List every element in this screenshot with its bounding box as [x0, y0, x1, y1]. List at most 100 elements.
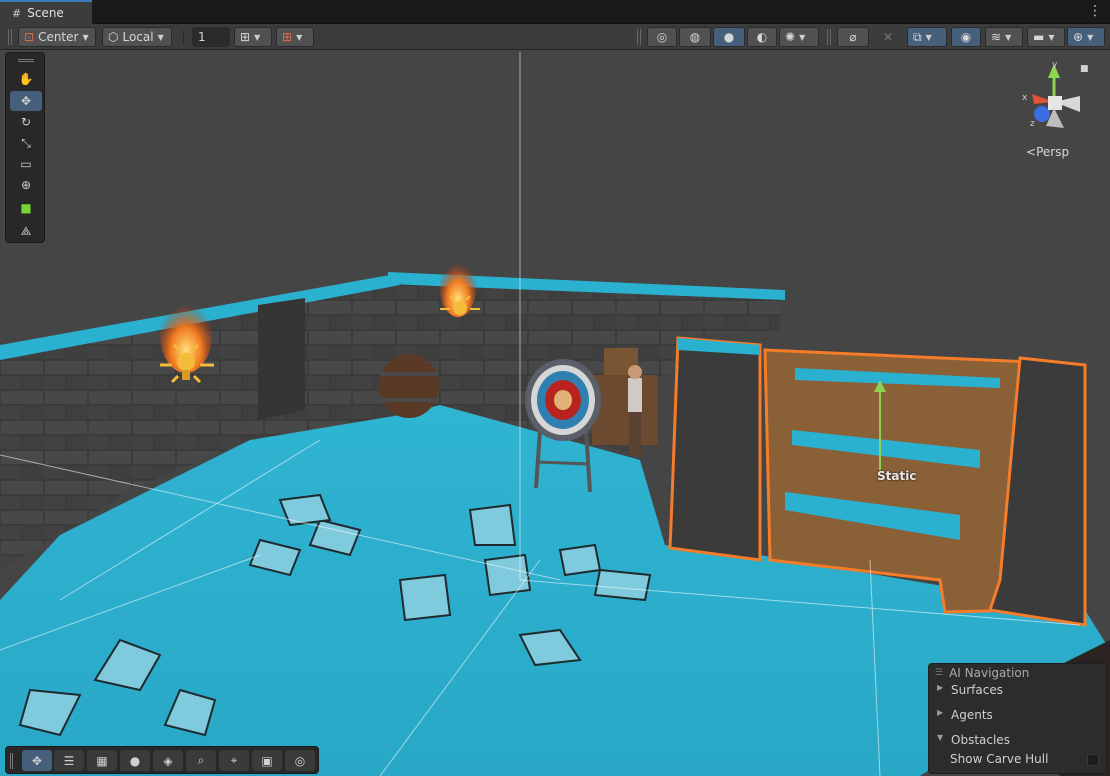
overlay-grip[interactable]	[18, 59, 34, 62]
lock-icon[interactable]: ■	[1080, 64, 1089, 74]
camera-icon: ▣	[261, 753, 273, 768]
chevron-down-icon: ▼	[925, 32, 932, 42]
toolbar-grip[interactable]	[827, 29, 831, 45]
navmesh-tool[interactable]: ■	[10, 198, 42, 218]
more-options-icon[interactable]: ⋮	[1088, 3, 1102, 19]
transform-tool[interactable]: ⊕	[10, 175, 42, 195]
transform-icon: ⊕	[20, 178, 32, 192]
gizmo-z-label: z	[1030, 119, 1035, 129]
snap-increment-value: 1	[198, 30, 206, 44]
scale-icon: ⤡	[21, 135, 31, 150]
show-carve-hull-label: Show Carve Hull	[950, 752, 1049, 766]
shaded-wireframe-icon: ◍	[689, 30, 701, 44]
camera-settings-dropdown[interactable]: ▬ ▼	[1027, 27, 1065, 47]
debug-draw-dropdown[interactable]: ✺ ▼	[779, 27, 819, 47]
bottom-settings-tool[interactable]: ☰	[54, 750, 84, 771]
rotate-tool[interactable]: ↻	[10, 112, 42, 132]
chevron-down-icon: ▼	[82, 32, 89, 42]
custom-tool[interactable]: ⟁	[10, 221, 42, 241]
audio-mute-icon: ⌀	[849, 30, 857, 44]
custom-tool-icon: ⟁	[20, 223, 32, 238]
foldout-agents[interactable]: ▶ Agents	[937, 708, 993, 722]
toolbar-grip[interactable]	[637, 29, 641, 45]
eye-icon: ◉	[960, 30, 972, 44]
rect-icon: ▭	[20, 157, 32, 171]
layers-icon: ⧉	[913, 29, 922, 44]
projection-toggle[interactable]: <Persp	[1026, 145, 1069, 159]
scene-toolbar: ⊡ Center ▼ ⬡ Local ▼ 1 ⊞ ▼ ⊞ ▼ ◎ ◍ ● ◐ ✺…	[0, 24, 1110, 50]
pivot-icon: ⊡	[24, 30, 35, 44]
bug-icon: ✺	[785, 30, 796, 44]
effects-icon: ✕	[882, 30, 894, 44]
chevron-down-icon: ▼	[254, 32, 261, 42]
snap-increment-field[interactable]: 1	[192, 27, 230, 47]
grid-icon: ⊞	[282, 30, 293, 44]
static-label: Static	[877, 469, 917, 483]
hidden-objects-toggle[interactable]: ◉	[951, 27, 981, 47]
layers-stack-icon: ≋	[991, 30, 1002, 44]
ai-navigation-panel: ☰ AI Navigation ▶ Surfaces ▶ Agents ▼ Ob…	[928, 663, 1107, 774]
show-carve-hull-checkbox[interactable]	[1087, 754, 1099, 766]
chevron-left-icon: <	[1026, 145, 1037, 159]
layers-dropdown[interactable]: ≋ ▼	[985, 27, 1023, 47]
bottom-layers-tool[interactable]: ◈	[153, 750, 183, 771]
pivot-icon: ⌖	[230, 753, 238, 767]
move-icon: ✥	[20, 94, 32, 108]
chevron-down-icon: ▼	[1048, 32, 1055, 42]
bottom-pivot-tool[interactable]: ⌖	[219, 750, 249, 771]
compass-icon: ◎	[294, 753, 306, 768]
bottom-overlay-toolbar: ✥ ☰ ▦ ● ◈ ⌕ ⌖ ▣ ◎	[5, 746, 319, 774]
foldout-obstacles-label: Obstacles	[951, 733, 1010, 747]
drag-handle-icon: ☰	[935, 668, 944, 678]
hand-icon: ✋	[18, 72, 34, 86]
foldout-obstacles[interactable]: ▼ Obstacles	[937, 733, 1010, 747]
tab-scene[interactable]: # Scene	[0, 0, 92, 24]
ai-navigation-title: AI Navigation	[949, 666, 1030, 680]
bottom-sphere-tool[interactable]: ●	[120, 750, 150, 771]
selected-wall-left	[668, 336, 762, 562]
overlay-grip[interactable]	[10, 753, 13, 769]
effects-toggle-button[interactable]: ✕	[873, 27, 903, 47]
wireframe-shading-button[interactable]: ◎	[647, 27, 677, 47]
pivot-mode-label: Center	[38, 30, 79, 44]
grid-snap-dropdown[interactable]: ⊞ ▼	[234, 27, 272, 47]
chevron-right-icon: ▶	[937, 683, 944, 692]
projection-label: Persp	[1036, 145, 1070, 159]
bottom-compass-tool[interactable]: ◎	[285, 750, 315, 771]
toolbar-grip[interactable]	[8, 29, 12, 45]
chevron-down-icon: ▼	[157, 32, 164, 42]
search-icon: ⌕	[197, 753, 205, 767]
character	[628, 365, 642, 456]
rotate-icon: ↻	[20, 115, 32, 129]
pivot-mode-dropdown[interactable]: ⊡ Center ▼	[18, 27, 96, 47]
tab-bar: # Scene ⋮	[0, 0, 1110, 24]
lighting-toggle-button[interactable]: ◐	[747, 27, 777, 47]
rect-tool[interactable]: ▭	[10, 154, 42, 174]
shaded-wireframe-button[interactable]: ◍	[679, 27, 711, 47]
ai-navigation-header[interactable]: ☰ AI Navigation	[935, 666, 1029, 680]
show-carve-hull-row: Show Carve Hull	[950, 752, 1048, 766]
sphere-icon: ●	[129, 753, 141, 768]
navmesh-cube-icon: ■	[20, 201, 32, 215]
bottom-search-tool[interactable]: ⌕	[186, 750, 216, 771]
gizmo-x-label: x	[1022, 93, 1028, 103]
toolbar-separator	[183, 30, 184, 44]
foldout-surfaces[interactable]: ▶ Surfaces	[937, 683, 1003, 697]
gizmos-dropdown[interactable]: ⊕ ▼	[1067, 27, 1105, 47]
chevron-down-icon: ▼	[1087, 32, 1094, 42]
grid-visibility-dropdown[interactable]: ⊞ ▼	[276, 27, 314, 47]
pivot-rotation-dropdown[interactable]: ⬡ Local ▼	[102, 27, 172, 47]
audio-toggle-button[interactable]: ⌀	[837, 27, 869, 47]
bottom-camera-tool[interactable]: ▣	[252, 750, 282, 771]
move-tool[interactable]: ✥	[10, 91, 42, 111]
shaded-button[interactable]: ●	[713, 27, 745, 47]
shaded-sphere-icon: ●	[723, 30, 735, 44]
scale-tool[interactable]: ⤡	[10, 133, 42, 153]
layers-icon: ◈	[163, 753, 173, 768]
grid-icon: #	[12, 6, 22, 20]
bottom-move-tool[interactable]: ✥	[22, 750, 52, 771]
hand-tool[interactable]: ✋	[10, 69, 42, 89]
camera-icon: ▬	[1033, 30, 1045, 44]
bottom-grid-tool[interactable]: ▦	[87, 750, 117, 771]
scene-visibility-dropdown[interactable]: ⧉ ▼	[907, 27, 947, 47]
